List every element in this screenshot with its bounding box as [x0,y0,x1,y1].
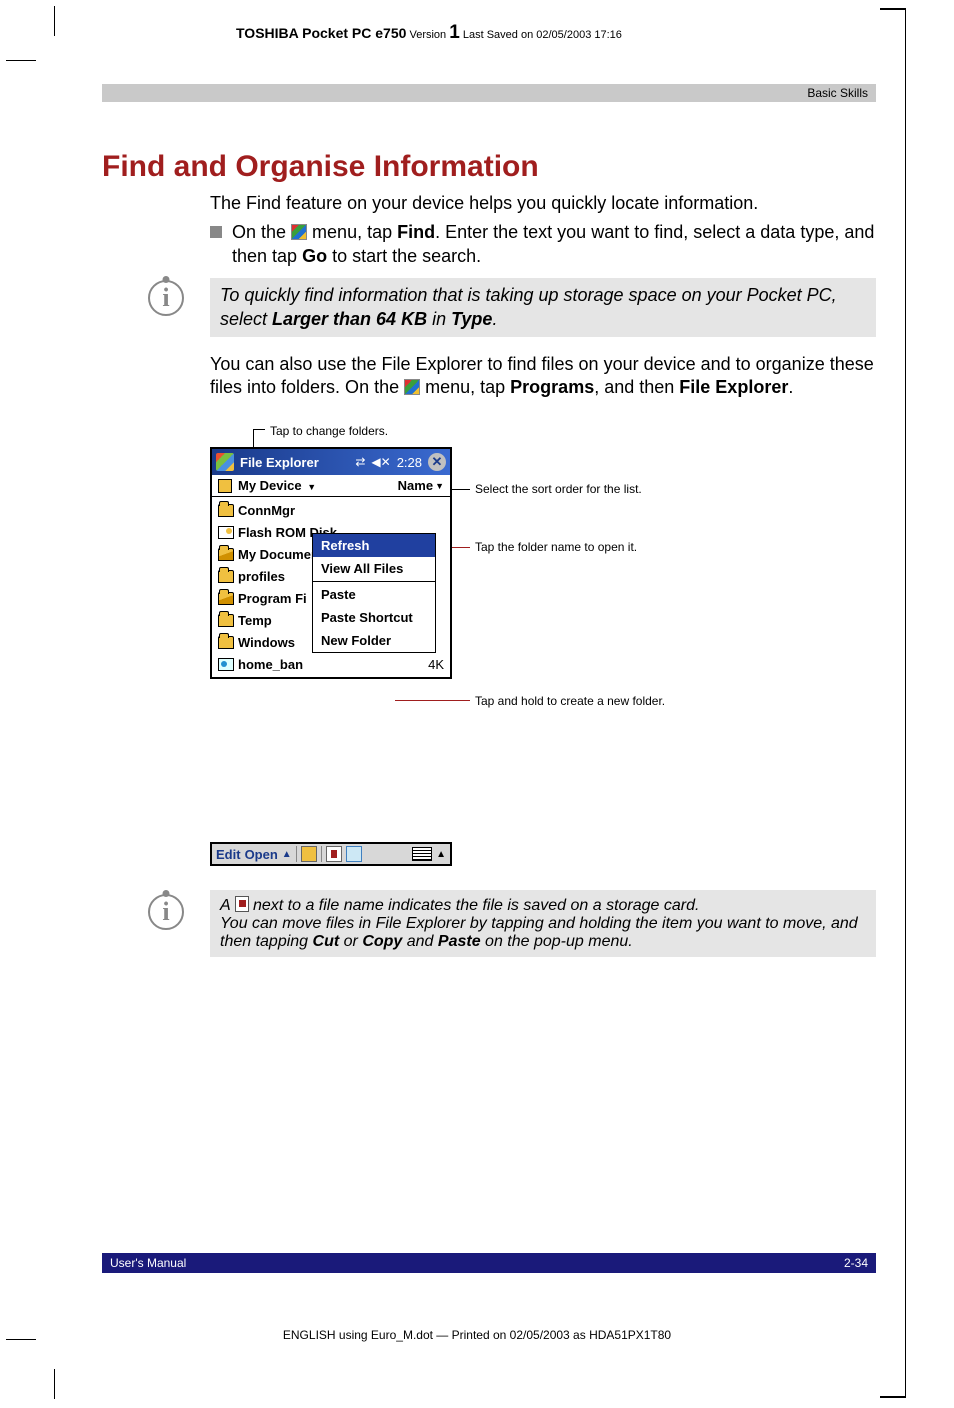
device-icon [218,479,232,493]
manual-label: User's Manual [110,1256,186,1270]
version-number: 1 [449,22,460,43]
last-saved: Last Saved on 02/05/2003 17:16 [463,29,622,41]
clock[interactable]: 2:28 [397,455,422,470]
folder-icon [218,504,234,517]
toolbar: My Device ▼ Name ▼ [212,475,450,497]
menu-item-view-all[interactable]: View All Files [313,557,435,580]
callout-new-folder: Tap and hold to create a new folder. [475,694,665,708]
file-explorer-label: File Explorer [679,377,788,397]
cut-label: Cut [313,933,340,950]
tip-block: To quickly find information that is taki… [210,278,876,337]
file-explorer-window: File Explorer ⇄ ◀✕ 2:28 ✕ My Device ▼ Na… [210,447,452,679]
programs-label: Programs [510,377,594,397]
open-menu[interactable]: Open [245,847,278,862]
file-size: 4K [428,657,444,672]
info-icon: i [148,894,184,930]
page-cut-line [905,8,907,1396]
callout-line [253,429,265,430]
title-bar: File Explorer ⇄ ◀✕ 2:28 ✕ [212,449,450,475]
callout-sort-order: Select the sort order for the list. [475,482,642,496]
callout-folder-open: Tap the folder name to open it. [475,540,637,554]
product-name: TOSHIBA Pocket PC e750 [236,25,406,41]
paste-label: Paste [438,933,481,950]
menu-item-paste-shortcut[interactable]: Paste Shortcut [313,606,435,629]
separator [296,846,297,862]
callout-line [395,700,470,701]
device-icon[interactable] [301,846,317,862]
command-bar: Edit Open ▲ ▲ [210,842,452,866]
callout-tap-change: Tap to change folders. [270,424,388,438]
page-header: TOSHIBA Pocket PC e750 Version 1 Last Sa… [236,22,622,44]
folder-open-icon [218,592,234,605]
bullet-marker-icon [210,226,222,238]
menu-item-paste[interactable]: Paste [313,583,435,606]
menu-item-new-folder[interactable]: New Folder [313,629,435,652]
paragraph: You can also use the File Explorer to fi… [210,353,876,400]
context-menu: Refresh View All Files Paste Paste Short… [312,533,436,653]
up-arrow-icon[interactable]: ▲ [282,849,292,860]
page-number: 2-34 [844,1256,868,1270]
section-bar: Basic Skills [102,84,876,102]
start-menu-icon [404,379,420,395]
network-icon[interactable] [346,846,362,862]
list-item[interactable]: ConnMgr [212,499,450,521]
version-label: Version [409,29,446,41]
edit-menu[interactable]: Edit [216,847,241,862]
info-icon: i [148,280,184,316]
menu-item-refresh[interactable]: Refresh [313,534,435,557]
type-label: Type [451,309,492,329]
crop-mark [54,6,55,36]
tip-block: A next to a file name indicates the file… [210,890,876,957]
separator [321,846,322,862]
crop-mark [54,1369,55,1399]
windows-logo-icon[interactable] [216,453,234,471]
print-info: ENGLISH using Euro_M.dot — Printed on 02… [0,1328,954,1342]
section-name: Basic Skills [807,86,868,100]
bullet-item: On the menu, tap Find. Enter the text yo… [210,221,876,268]
folder-icon [218,614,234,627]
list-item[interactable]: home_ban4K [212,653,450,675]
page-cut-line [880,1396,906,1398]
go-label: Go [302,246,327,266]
callout-line [450,489,470,490]
bullet-text: On the menu, tap Find. Enter the text yo… [232,221,876,268]
footer-bar: User's Manual 2-34 [102,1253,876,1273]
chevron-down-icon: ▼ [435,481,444,491]
start-menu-icon [291,224,307,240]
storage-card-icon [218,526,234,539]
image-file-icon [218,658,234,671]
chevron-down-icon: ▼ [307,482,316,492]
keyboard-icon[interactable] [412,847,432,861]
location-dropdown[interactable]: My Device ▼ [238,478,316,493]
page-title: Find and Organise Information [102,150,539,184]
menu-separator [313,581,435,582]
intro-paragraph: The Find feature on your device helps yo… [210,192,876,215]
sort-dropdown[interactable]: Name ▼ [398,478,444,493]
larger-than-label: Larger than 64 KB [272,309,427,329]
copy-label: Copy [362,933,402,950]
find-label: Find [397,222,435,242]
connection-icon[interactable]: ⇄ [355,455,365,469]
close-icon[interactable]: ✕ [428,453,446,471]
storage-card-icon[interactable] [326,846,342,862]
storage-card-icon [235,896,249,912]
folder-icon [218,636,234,649]
window-title: File Explorer [240,455,349,470]
crop-mark [6,60,36,61]
folder-open-icon [218,548,234,561]
tip-block-2-container: A next to a file name indicates the file… [210,890,876,957]
up-arrow-icon[interactable]: ▲ [436,849,446,860]
page-cut-line [880,8,906,10]
volume-icon[interactable]: ◀✕ [371,455,390,469]
folder-icon [218,570,234,583]
